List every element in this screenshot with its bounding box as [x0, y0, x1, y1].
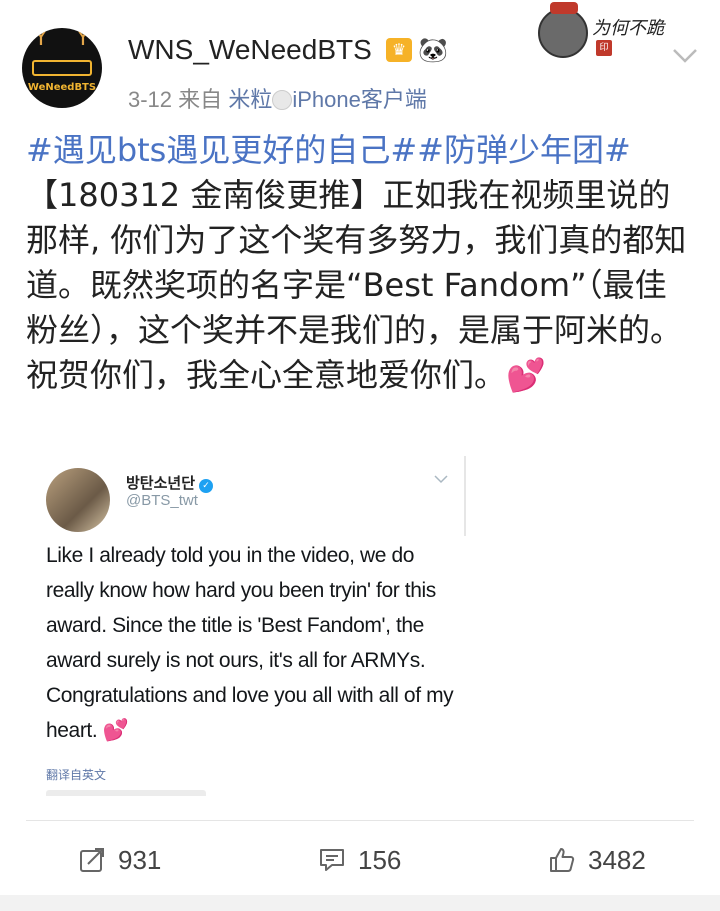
repost-button[interactable]: 931 [78, 840, 161, 880]
tweet-timestamp-faded [46, 790, 206, 796]
like-button[interactable]: 3482 [548, 840, 646, 880]
tweet-author-name-text: 방탄소년단 [126, 474, 196, 492]
like-count: 3482 [588, 844, 646, 875]
feed-separator [0, 895, 720, 911]
cat-emperor-icon [538, 2, 588, 58]
panda-badge-icon[interactable]: 🐼 [418, 36, 448, 64]
antler-right-icon: Y [76, 28, 90, 51]
tweet-chevron-icon [434, 475, 448, 484]
post-date: 3-12 [128, 87, 173, 112]
seal-icon: 印 [596, 40, 612, 56]
card-decoration: 为何不跪 印 [538, 2, 668, 64]
tweet-author-name: 방탄소년단 ✓ [126, 472, 214, 493]
tweet-text: Like I already told you in the video, we… [46, 538, 456, 748]
repost-count: 931 [118, 844, 162, 875]
user-avatar[interactable]: Y Y WeNeedBTS [22, 28, 102, 108]
client-name: iPhone客户端 [292, 87, 427, 112]
chevron-down-icon[interactable] [670, 40, 700, 70]
verified-badge-icon: ✓ [199, 479, 214, 493]
bus-logo-icon [32, 60, 92, 76]
repost-icon [80, 848, 104, 872]
post-text: 【180312 金南俊更推】正如我在视频里说的那样, 你们为了这个奖有多努力，我… [26, 176, 687, 394]
tweet-handle: @BTS_twt [126, 492, 198, 509]
comment-icon [320, 849, 344, 871]
post-body: #遇见bts遇见更好的自己##防弹少年团# 【180312 金南俊更推】正如我在… [26, 128, 696, 398]
source-link[interactable]: 米粒 iPhone客户端 [228, 87, 427, 112]
actions-divider [26, 820, 694, 821]
comment-button[interactable]: 156 [318, 840, 401, 880]
post-header: Y Y WeNeedBTS WNS_WeNeedBTS ♛ 🐼 3-12 来自 … [0, 0, 720, 120]
two-hearts-emoji: 💕 [506, 356, 546, 394]
source-name: 米粒 [228, 87, 273, 112]
post-meta: 3-12 来自 米粒 iPhone客户端 [128, 82, 427, 114]
hashtag-links[interactable]: #遇见bts遇见更好的自己##防弹少年团# [26, 131, 631, 169]
antler-left-icon: Y [34, 28, 48, 51]
tweet-hearts-emoji: 💕 [102, 719, 129, 742]
tweet-avatar [46, 468, 110, 532]
comment-count: 156 [358, 844, 402, 875]
tweet-divider [464, 456, 466, 536]
decoration-text: 为何不跪 [592, 18, 664, 39]
crown-badge-icon[interactable]: ♛ [386, 38, 412, 62]
username[interactable]: WNS_WeNeedBTS [128, 34, 372, 66]
action-bar: 931 156 3482 [0, 830, 720, 890]
embedded-tweet-image[interactable]: 방탄소년단 ✓ @BTS_twt Like I already told you … [26, 456, 466, 796]
translate-label: 翻译自英文 [46, 768, 107, 782]
from-label: 来自 [178, 87, 223, 112]
thumbs-up-icon [550, 848, 575, 872]
tweet-text-body: Like I already told you in the video, we… [46, 544, 454, 742]
avatar-logo-text: WeNeedBTS [27, 82, 97, 93]
ball-icon [272, 90, 293, 110]
